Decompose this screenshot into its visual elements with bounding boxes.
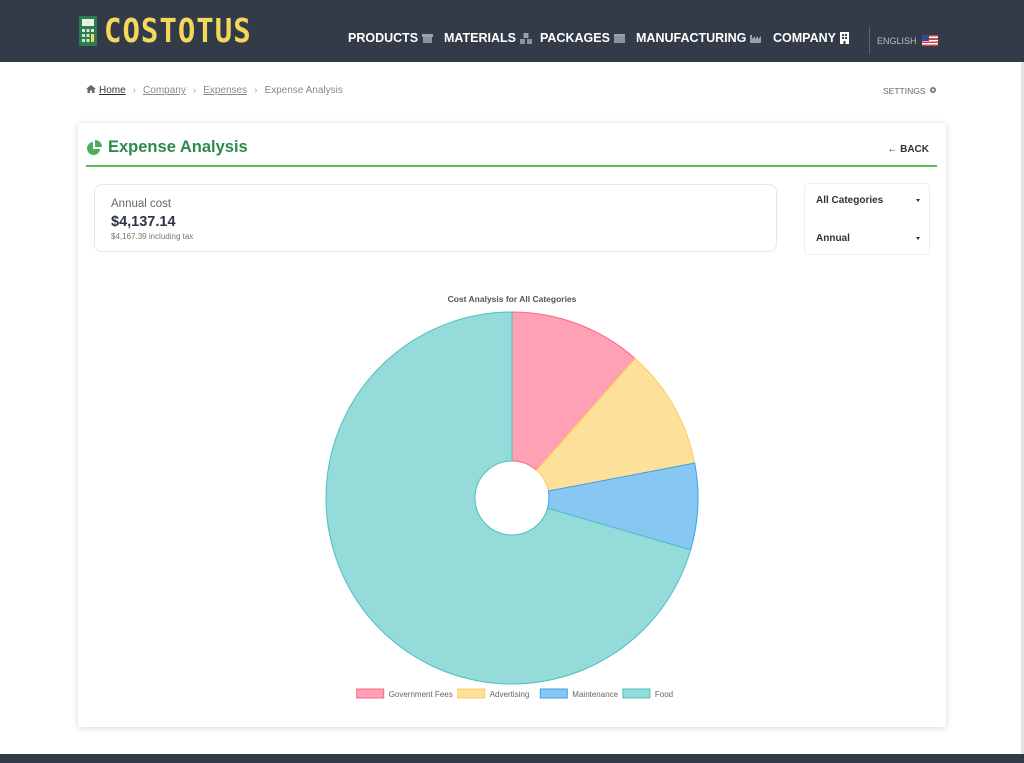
breadcrumb-company[interactable]: Company — [143, 85, 186, 96]
language-label: ENGLISH — [877, 35, 917, 46]
building-icon — [839, 32, 849, 44]
logo-text: COSTOTUS — [104, 11, 252, 51]
logo[interactable]: COSTOTUS — [78, 11, 252, 51]
nav-label: COMPANY — [773, 31, 836, 45]
nav-packages[interactable]: PACKAGES — [540, 31, 625, 45]
breadcrumb-separator: › — [132, 85, 137, 96]
legend-swatch — [622, 688, 651, 699]
package-icon — [613, 33, 625, 43]
breadcrumb-current: Expense Analysis — [264, 85, 343, 96]
settings-link[interactable]: SETTINGS — [883, 86, 937, 96]
legend-label: Food — [655, 690, 673, 699]
legend-label: Government Fees — [389, 690, 453, 699]
legend-swatch — [457, 688, 486, 699]
nav-divider — [869, 27, 870, 54]
legend-item-maintenance[interactable]: Maintenance — [539, 688, 619, 699]
breadcrumb: Home › Company › Expenses › Expense Anal… — [86, 85, 343, 96]
top-navigation-bar: COSTOTUS PRODUCTS MATERIALS PACKAGES MAN… — [0, 0, 1024, 62]
legend-swatch — [539, 688, 568, 699]
storefront-icon — [422, 33, 434, 43]
nav-label: MATERIALS — [444, 31, 516, 45]
expense-analysis-card: Expense Analysis ← BACK Annual cost $4,1… — [78, 123, 946, 727]
factory-icon — [750, 35, 762, 43]
language-selector[interactable]: ENGLISH — [877, 35, 938, 46]
settings-label: SETTINGS — [883, 86, 926, 96]
legend-label: Advertising — [490, 690, 530, 699]
breadcrumb-separator: › — [192, 85, 197, 96]
calculator-icon — [79, 16, 97, 46]
nav-company[interactable]: COMPANY — [773, 31, 849, 45]
pie-chart: Cost Analysis for All Categories Governme… — [325, 294, 699, 699]
us-flag-icon — [921, 35, 938, 46]
gear-icon — [929, 86, 937, 96]
boxes-icon — [520, 32, 532, 44]
home-icon — [86, 85, 96, 96]
breadcrumb-home[interactable]: Home — [99, 85, 126, 96]
nav-products[interactable]: PRODUCTS — [348, 31, 434, 45]
legend-item-food[interactable]: Food — [622, 688, 673, 699]
nav-materials[interactable]: MATERIALS — [444, 31, 533, 45]
nav-label: PACKAGES — [540, 31, 610, 45]
legend-label: Maintenance — [572, 690, 618, 699]
breadcrumb-expenses[interactable]: Expenses — [203, 85, 247, 96]
nav-label: MANUFACTURING — [636, 31, 747, 45]
legend-swatch — [356, 688, 385, 699]
nav-manufacturing[interactable]: MANUFACTURING — [636, 31, 762, 45]
nav-label: PRODUCTS — [348, 31, 419, 45]
legend-item-advertising[interactable]: Advertising — [457, 688, 530, 699]
breadcrumb-separator: › — [254, 85, 258, 96]
chart-title: Cost Analysis for All Categories — [448, 294, 577, 304]
legend-item-government-fees[interactable]: Government Fees — [356, 688, 453, 699]
footer-bar — [0, 754, 1024, 763]
